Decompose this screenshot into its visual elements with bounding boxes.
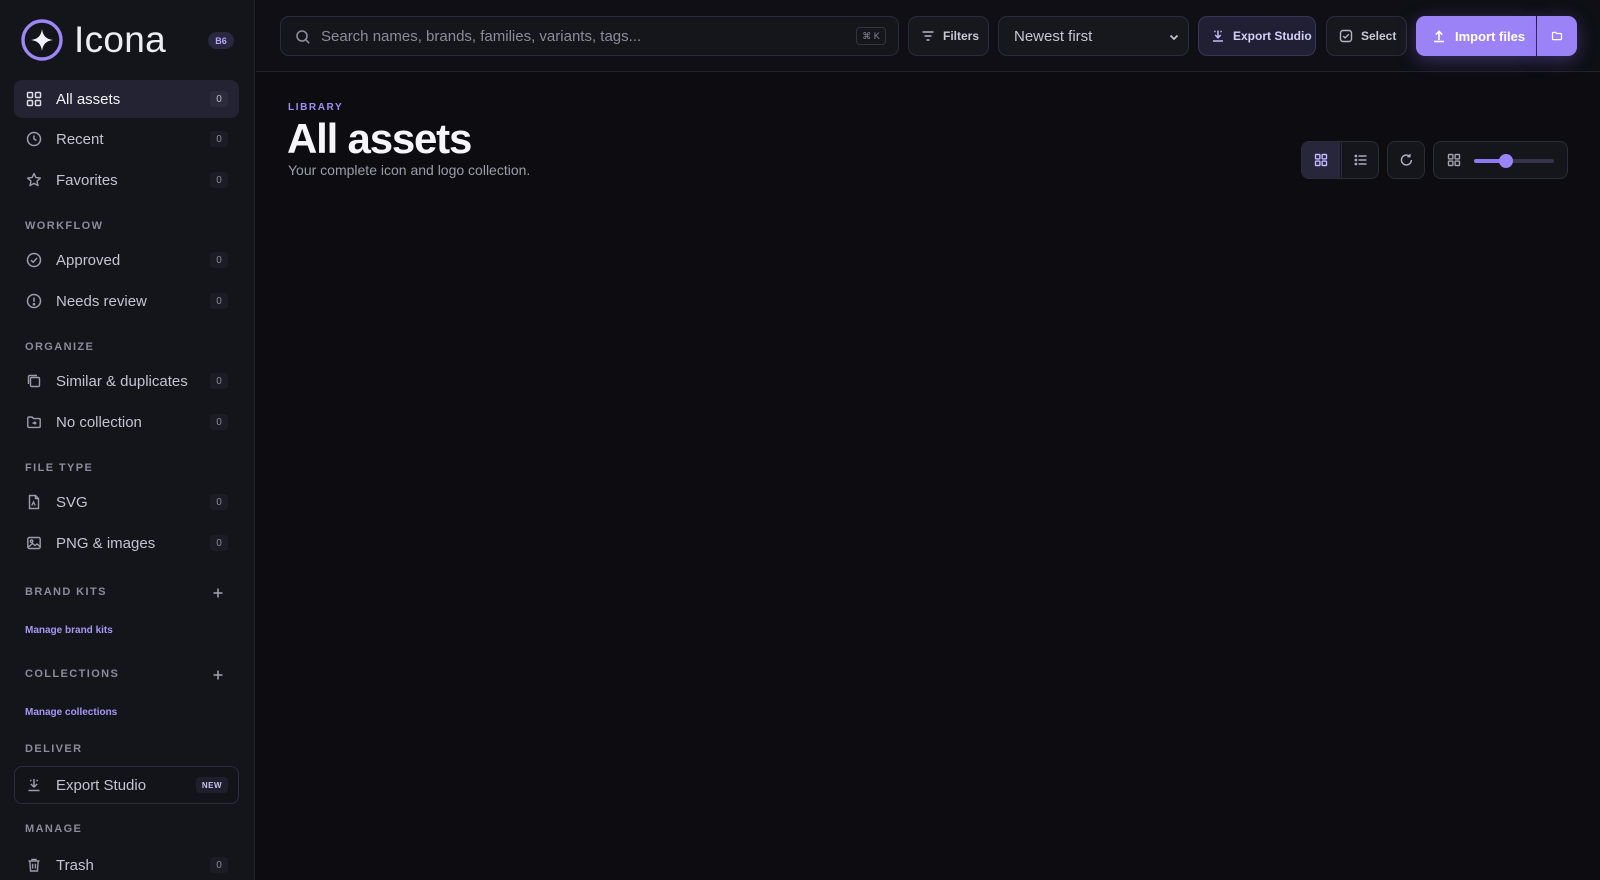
sidebar-item-label: PNG & images	[56, 534, 156, 552]
grid-view-button[interactable]	[1302, 142, 1340, 178]
sidebar-item-label: No collection	[56, 413, 142, 431]
download-tray-icon	[1213, 30, 1223, 42]
sidebar-item-svg[interactable]: SVG 0	[14, 483, 239, 521]
count-badge: 0	[210, 91, 228, 107]
count-badge: 0	[210, 494, 228, 510]
sidebar-item-label: All assets	[56, 90, 121, 108]
checkbox-icon	[1339, 29, 1353, 43]
thumbnail-size-control	[1433, 141, 1568, 179]
count-badge: 0	[210, 172, 228, 188]
refresh-button[interactable]	[1387, 141, 1425, 179]
file-svg-icon	[28, 494, 40, 510]
sidebar-item-trash[interactable]: Trash 0	[14, 846, 239, 880]
sidebar-item-label: Trash	[56, 856, 94, 874]
list-view-button[interactable]	[1341, 142, 1378, 178]
sidebar-item-approved[interactable]: Approved 0	[14, 241, 239, 279]
icona-logo-icon	[21, 19, 63, 61]
add-collection-icon[interactable]	[211, 668, 225, 682]
version-badge: B6	[208, 32, 234, 49]
app-name: Icona	[74, 19, 167, 60]
sort-value: Newest first	[1014, 28, 1093, 45]
manage-brand-kits-link[interactable]: Manage brand kits	[25, 625, 113, 636]
page-subtitle: Your complete icon and logo collection.	[288, 162, 531, 178]
check-circle-icon	[26, 252, 42, 268]
new-badge: NEW	[195, 777, 228, 793]
import-folder-button[interactable]	[1537, 16, 1577, 56]
sidebar-item-export-studio[interactable]: Export Studio NEW	[14, 766, 239, 804]
sidebar-item-all-assets[interactable]: All assets 0	[14, 80, 239, 118]
import-files-button[interactable]: Import files	[1416, 16, 1536, 56]
section-title-collections: COLLECTIONS	[25, 668, 120, 680]
sidebar-item-label: Approved	[56, 251, 121, 269]
sidebar-item-similar-duplicates[interactable]: Similar & duplicates 0	[14, 362, 239, 400]
search-input[interactable]	[321, 17, 831, 55]
sidebar-item-png-images[interactable]: PNG & images 0	[14, 524, 239, 562]
count-badge: 0	[210, 373, 228, 389]
upload-icon	[1434, 30, 1444, 43]
select-button[interactable]: Select	[1326, 16, 1407, 56]
filters-button[interactable]: Filters	[908, 16, 989, 56]
section-title-file-type: FILE TYPE	[25, 462, 94, 474]
count-badge: 0	[210, 252, 228, 268]
section-title-organize: ORGANIZE	[25, 341, 95, 353]
page-title: All assets	[287, 115, 472, 162]
count-badge: 0	[210, 857, 228, 873]
folder-icon	[27, 416, 41, 429]
sidebar-item-label: Export Studio	[56, 776, 147, 794]
copy-icon	[27, 374, 41, 388]
count-badge: 0	[210, 535, 228, 551]
sidebar-item-no-collection[interactable]: No collection 0	[14, 403, 239, 441]
brand[interactable]: Icona	[20, 18, 166, 62]
refresh-icon	[1400, 153, 1412, 166]
sidebar-item-label: Favorites	[56, 171, 118, 189]
search-icon	[296, 30, 310, 44]
grid-icon	[1314, 153, 1328, 167]
sidebar: Icona B6 All assets 0 Recent 0 Favorites…	[0, 0, 255, 880]
grid-icon	[26, 91, 42, 107]
view-toggle	[1301, 141, 1379, 179]
search-shortcut: ⌘ K	[856, 27, 886, 45]
sidebar-item-label: SVG	[56, 493, 88, 511]
grid-icon	[1447, 153, 1461, 167]
section-title-workflow: WORKFLOW	[25, 220, 104, 232]
download-tray-icon	[28, 779, 40, 792]
image-icon	[27, 536, 41, 550]
section-title-manage: MANAGE	[25, 823, 83, 835]
sidebar-item-label: Recent	[56, 130, 104, 148]
sidebar-item-needs-review[interactable]: Needs review 0	[14, 282, 239, 320]
sidebar-item-recent[interactable]: Recent 0	[14, 120, 239, 158]
add-brand-kit-icon[interactable]	[211, 586, 225, 600]
list-icon	[1354, 154, 1366, 166]
topbar: ⌘ K Filters Newest first Export Studio S…	[256, 0, 1600, 72]
clock-icon	[26, 131, 42, 147]
sidebar-item-label: Similar & duplicates	[56, 372, 188, 390]
section-title-brand-kits: BRAND KITS	[25, 586, 107, 598]
sort-select[interactable]: Newest first	[998, 16, 1189, 56]
count-badge: 0	[210, 414, 228, 430]
star-icon	[26, 172, 42, 187]
thumbnail-size-slider[interactable]	[1474, 154, 1554, 168]
trash-icon	[28, 858, 40, 872]
section-title-deliver: DELIVER	[25, 743, 83, 755]
slider-thumb[interactable]	[1499, 154, 1513, 168]
count-badge: 0	[210, 131, 228, 147]
export-studio-button[interactable]: Export Studio	[1198, 16, 1316, 56]
search-box[interactable]: ⌘ K	[280, 16, 899, 56]
import-files-label: Import files	[1455, 28, 1526, 44]
count-badge: 0	[210, 293, 228, 309]
filter-icon	[922, 31, 934, 41]
page-eyebrow: LIBRARY	[288, 102, 344, 113]
sidebar-item-favorites[interactable]: Favorites 0	[14, 161, 239, 199]
manage-collections-link[interactable]: Manage collections	[25, 707, 117, 718]
sidebar-item-label: Needs review	[56, 292, 147, 310]
select-label: Select	[1361, 29, 1397, 43]
chevron-down-icon	[1169, 34, 1179, 41]
alert-circle-icon	[26, 293, 42, 309]
export-studio-label: Export Studio	[1233, 29, 1312, 43]
folder-icon	[1551, 31, 1563, 41]
filters-label: Filters	[943, 29, 980, 43]
